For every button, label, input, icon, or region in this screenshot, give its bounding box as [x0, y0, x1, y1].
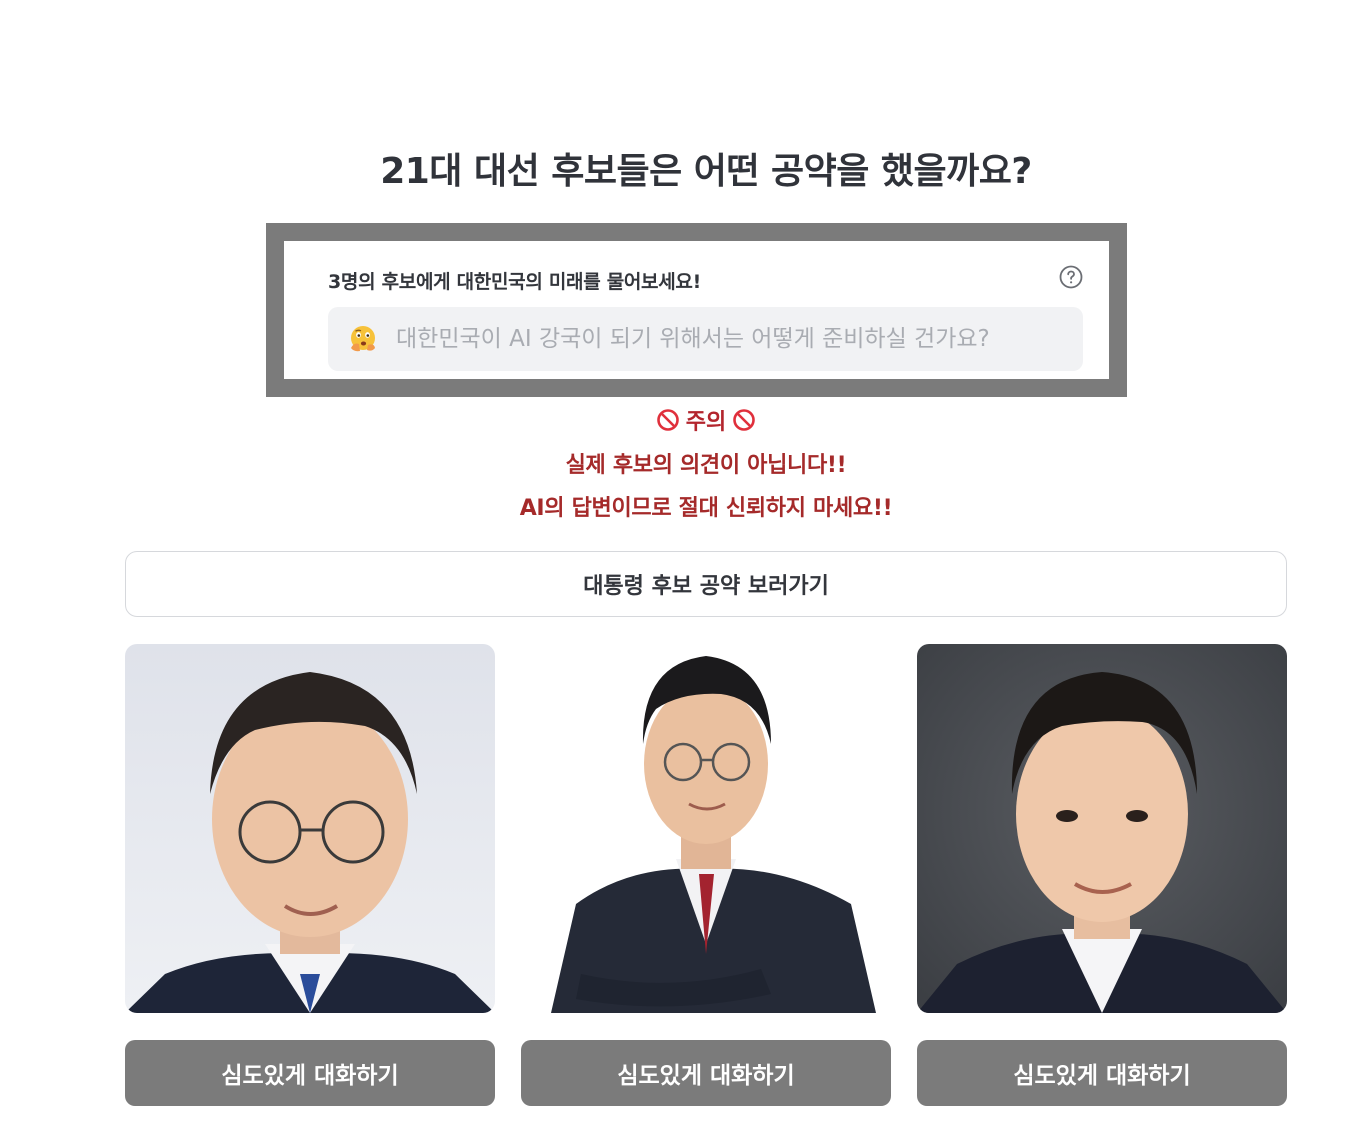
chat-button-candidate-1[interactable]: 심도있게 대화하기: [125, 1040, 495, 1106]
warning-title: 주의: [0, 404, 1372, 436]
question-circle-icon[interactable]: [1059, 265, 1083, 289]
ask-panel-frame: 3명의 후보에게 대한민국의 미래를 물어보세요!: [266, 223, 1127, 397]
prohibited-icon: [733, 409, 756, 431]
ask-input[interactable]: [394, 325, 1058, 353]
chat-button-candidate-3[interactable]: 심도있게 대화하기: [917, 1040, 1287, 1106]
view-pledges-button[interactable]: 대통령 후보 공약 보러가기: [125, 551, 1287, 617]
thinking-face-icon: [351, 326, 375, 352]
prohibited-icon: [656, 409, 679, 431]
warning-title-text: 주의: [685, 410, 727, 435]
candidate-1-photo[interactable]: [125, 644, 495, 1013]
candidate-2-photo[interactable]: [521, 644, 891, 1013]
ask-label: 3명의 후보에게 대한민국의 미래를 물어보세요!: [328, 271, 701, 293]
ask-panel: 3명의 후보에게 대한민국의 미래를 물어보세요!: [284, 241, 1109, 379]
page-title: 21대 대선 후보들은 어떤 공약을 했을까요?: [380, 151, 1032, 192]
warning-line-1: 실제 후보의 의견이 아닙니다!!: [565, 453, 847, 478]
chat-button-candidate-2[interactable]: 심도있게 대화하기: [521, 1040, 891, 1106]
candidate-3-photo[interactable]: [917, 644, 1287, 1013]
warning-line-2: AI의 답변이므로 절대 신뢰하지 마세요!!: [519, 496, 893, 521]
ask-input-wrapper[interactable]: [328, 307, 1083, 371]
